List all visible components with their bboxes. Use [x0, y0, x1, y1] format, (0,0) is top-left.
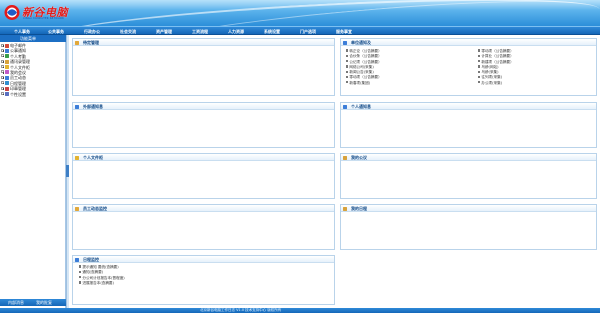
panel-pending: 待定管理 — [72, 38, 335, 96]
nav-tree: 电子邮件 公事通知 个人考勤 通讯录管理 个人文件柜 我的会议 员工动态 日程管… — [1, 43, 65, 97]
app-logo: 新谷电脑 XINGU COMPUTER NETWORK — [3, 3, 73, 23]
menu-item[interactable]: 工资流程 — [192, 28, 208, 35]
menu-item[interactable]: 社会交流 — [120, 28, 136, 35]
panel-header: 日程监控 — [73, 256, 334, 263]
panel-staff-monitor: 员工动态监控 — [72, 204, 335, 250]
list-item[interactable]: 办公项(采集) — [478, 81, 514, 86]
menu-item[interactable]: 服务事宜 — [336, 28, 352, 35]
panel-header: 我的日程 — [341, 205, 596, 212]
status-bar: 北京新谷电脑工作日志 V1.0 技术支持中心 版权所有 — [0, 308, 600, 313]
sidebar-header: 功能菜单 — [0, 35, 66, 42]
schedule-icon — [343, 206, 347, 211]
mail-icon — [343, 104, 347, 109]
expand-icon[interactable] — [1, 59, 5, 63]
mail-icon — [5, 43, 9, 48]
expand-icon[interactable] — [1, 92, 5, 96]
folder-icon — [5, 65, 9, 70]
calendar-icon — [5, 54, 9, 59]
expand-icon[interactable] — [1, 43, 5, 47]
tab-my-replies[interactable]: 我的批复 — [36, 299, 52, 306]
logo-icon — [4, 5, 20, 20]
contacts-icon — [5, 59, 9, 64]
menu-item[interactable]: 系统设置 — [264, 28, 280, 35]
tab-internal-messages[interactable]: 内部消息 — [8, 299, 24, 306]
meeting-icon — [5, 70, 9, 75]
panel-header: 单位通知及 — [341, 39, 596, 46]
menu-item[interactable]: 门户选项 — [300, 28, 316, 35]
list-item[interactable]: 新春项(集团) — [346, 81, 382, 86]
panel-personal-files: 个人文件柜 — [72, 153, 335, 199]
left-sidebar: 功能菜单 电子邮件 公事通知 个人考勤 通讯录管理 个人文件柜 我的会议 员工动… — [0, 35, 66, 313]
panel-dept-notice: 单位通知及 转正论（公告摘要） 合伙条（公告摘要） 公记项（公告摘要） 网络公司… — [340, 38, 597, 96]
schedule-list: 提示通知 要统(查摘要) 通知(查摘要) 分公司计划报告本(督程度) 进展报告本… — [73, 263, 334, 288]
folder-icon — [75, 155, 79, 160]
menu-item[interactable]: 行政办公 — [84, 28, 100, 35]
expand-icon[interactable] — [1, 48, 5, 52]
header-banner: 新谷电脑 XINGU COMPUTER NETWORK — [0, 0, 600, 26]
monitor-icon — [75, 206, 79, 211]
expand-icon[interactable] — [1, 75, 5, 79]
expand-icon[interactable] — [1, 70, 5, 74]
expand-icon[interactable] — [1, 54, 5, 58]
expand-icon[interactable] — [1, 86, 5, 90]
people-icon — [5, 75, 9, 80]
top-menu: 个人事务 公共事务 行政办公 社会交流 资产管理 工资流程 人力资源 系统设置 … — [0, 26, 600, 35]
panel-external-mail: 外部通知息 — [72, 102, 335, 148]
panel-header: 员工动态监控 — [73, 205, 334, 212]
menu-item[interactable]: 个人事务 — [14, 28, 30, 35]
schedule-icon — [5, 81, 9, 86]
menu-item[interactable]: 人力资源 — [228, 28, 244, 35]
menu-item[interactable]: 公共事务 — [48, 28, 64, 35]
menu-item[interactable]: 资产管理 — [156, 28, 172, 35]
panel-header: 外部通知息 — [73, 103, 334, 110]
panel-personal-mail: 个人通知息 — [340, 102, 597, 148]
panel-header: 我的公议 — [341, 154, 596, 161]
notice-icon — [5, 48, 9, 53]
schedule-icon — [75, 257, 79, 262]
logo-subtitle: XINGU COMPUTER NETWORK — [23, 17, 64, 20]
sidebar-item-settings[interactable]: 个性设置 — [1, 92, 65, 97]
panel-schedule-monitor: 日程监控 提示通知 要统(查摘要) 通知(查摘要) 分公司计划报告本(督程度) … — [72, 255, 335, 305]
panel-header: 个人通知息 — [341, 103, 596, 110]
panel-header: 个人文件柜 — [73, 154, 334, 161]
expand-icon[interactable] — [1, 81, 5, 85]
settings-icon — [5, 92, 9, 97]
task-icon — [75, 40, 79, 45]
expand-icon[interactable] — [1, 65, 5, 69]
stamp-icon — [5, 86, 9, 91]
panel-my-notice: 我的公议 — [340, 153, 597, 199]
notice-icon — [343, 155, 347, 160]
notice-icon — [343, 40, 347, 45]
sidebar-footer: 内部消息 我的批复 — [0, 299, 66, 306]
list-item[interactable]: 进展报告本(查摘要) — [79, 281, 328, 286]
panel-header: 待定管理 — [73, 39, 334, 46]
status-text: 北京新谷电脑工作日志 V1.0 技术支持中心 版权所有 — [200, 308, 282, 312]
panel-my-schedule: 我的日程 — [340, 204, 597, 250]
collapse-handle[interactable] — [66, 165, 69, 177]
notice-list: 转正论（公告摘要） 合伙条（公告摘要） 公记项（公告摘要） 网络公司(采集) 新… — [341, 46, 596, 85]
mail-icon — [75, 104, 79, 109]
